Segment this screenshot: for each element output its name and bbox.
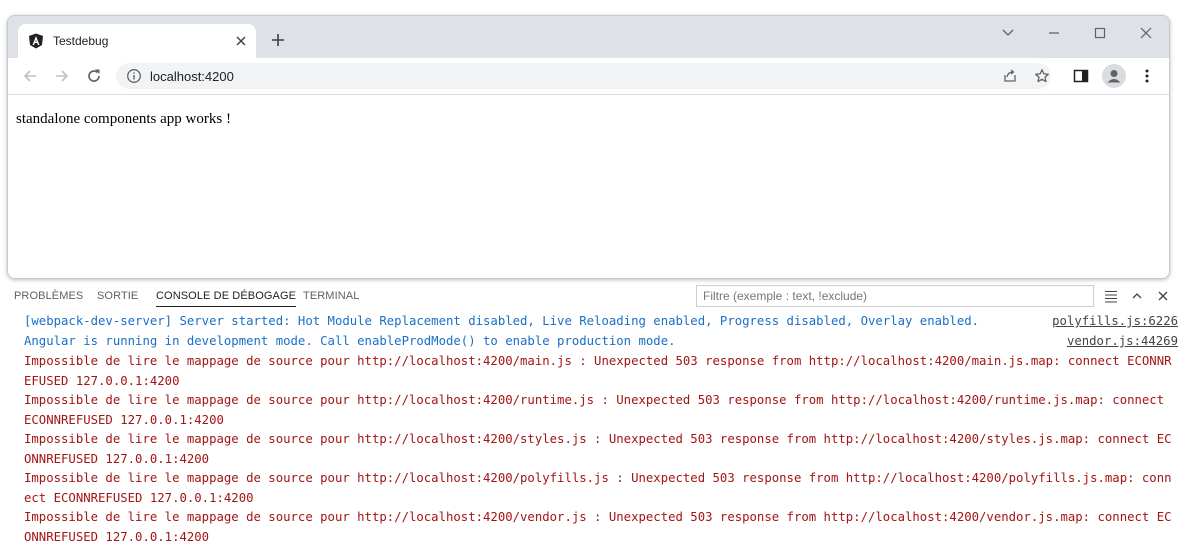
filter-field[interactable] bbox=[696, 285, 1094, 307]
page-text: standalone components app works ! bbox=[16, 111, 231, 127]
console-message-error: Impossible de lire le mappage de source … bbox=[24, 510, 1172, 544]
bookmark-star-icon[interactable] bbox=[1034, 68, 1050, 84]
console-message-error: Impossible de lire le mappage de source … bbox=[24, 393, 1172, 427]
reload-icon[interactable] bbox=[85, 67, 103, 85]
tab-debug-console[interactable]: CONSOLE DE DÉBOGAGE bbox=[156, 290, 297, 307]
source-link[interactable]: polyfills.js:6226 bbox=[1052, 312, 1178, 332]
tab-output[interactable]: SORTIE bbox=[97, 290, 138, 302]
profile-avatar[interactable] bbox=[1102, 64, 1126, 88]
tab-title: Testdebug bbox=[53, 34, 109, 48]
tab-strip: Testdebug bbox=[8, 16, 1169, 58]
console-message-error: Impossible de lire le mappage de source … bbox=[24, 354, 1172, 388]
new-tab-button[interactable] bbox=[268, 30, 288, 50]
minimize-icon[interactable] bbox=[1044, 24, 1064, 42]
person-icon bbox=[1107, 70, 1121, 83]
site-info-icon[interactable] bbox=[126, 68, 142, 84]
back-arrow-icon[interactable] bbox=[21, 67, 39, 85]
browser-toolbar: localhost:4200 bbox=[8, 58, 1169, 95]
console-message-error: Impossible de lire le mappage de source … bbox=[24, 471, 1172, 505]
tab-search-icon[interactable] bbox=[998, 24, 1018, 42]
console-message-info: Angular is running in development mode. … bbox=[24, 334, 676, 348]
forward-arrow-icon[interactable] bbox=[53, 67, 71, 85]
share-icon[interactable] bbox=[1002, 68, 1018, 84]
url-text[interactable]: localhost:4200 bbox=[150, 69, 234, 84]
console-message-error: Impossible de lire le mappage de source … bbox=[24, 432, 1172, 466]
tab-problems[interactable]: PROBLÈMES bbox=[14, 290, 83, 302]
close-tab-icon[interactable] bbox=[232, 32, 250, 50]
maximize-icon[interactable] bbox=[1090, 24, 1110, 42]
close-window-icon[interactable] bbox=[1136, 24, 1156, 42]
browser-window: Testdebug localhost:4200 standalone comp… bbox=[7, 15, 1170, 279]
side-panel-icon[interactable] bbox=[1072, 67, 1090, 85]
console-message-info: [webpack-dev-server] Server started: Hot… bbox=[24, 314, 980, 328]
debug-console-output: [webpack-dev-server] Server started: Hot… bbox=[0, 312, 1183, 548]
page-content: standalone components app works ! bbox=[8, 95, 1169, 278]
word-wrap-icon[interactable] bbox=[1103, 288, 1119, 304]
filter-input[interactable] bbox=[697, 287, 1083, 305]
browser-tab[interactable]: Testdebug bbox=[18, 24, 256, 58]
source-link[interactable]: vendor.js:44269 bbox=[1067, 332, 1178, 352]
angular-icon bbox=[29, 33, 43, 49]
address-bar[interactable]: localhost:4200 bbox=[116, 63, 1051, 89]
tab-terminal[interactable]: TERMINAL bbox=[303, 290, 359, 302]
maximize-panel-icon[interactable] bbox=[1129, 288, 1145, 304]
close-panel-icon[interactable] bbox=[1155, 288, 1171, 304]
more-menu-icon[interactable] bbox=[1138, 67, 1156, 85]
